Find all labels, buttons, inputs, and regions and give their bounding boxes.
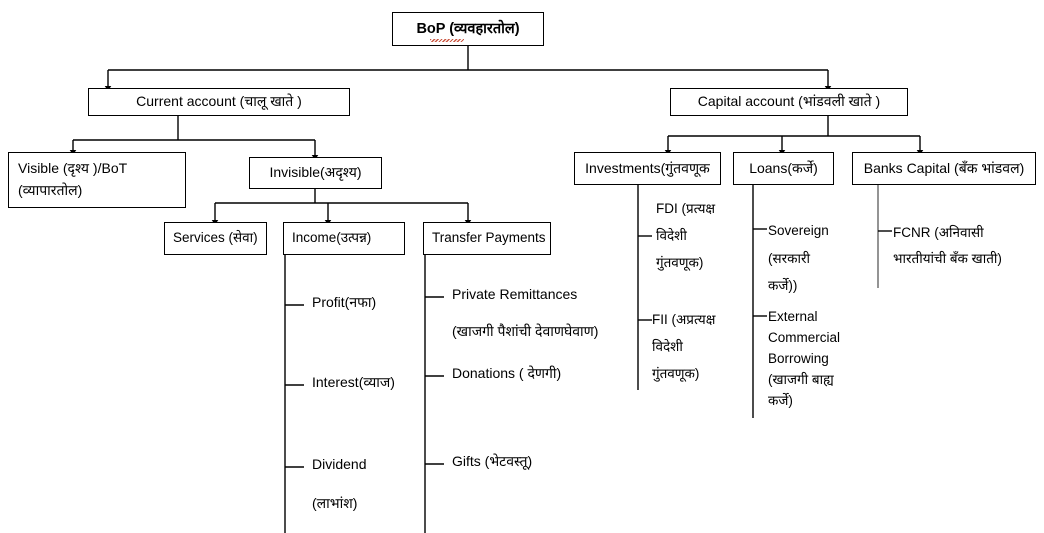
leaf-gifts-label: Gifts (भेटवस्तू) xyxy=(452,453,533,469)
leaf-sovereign-label-line2: (सरकारी xyxy=(768,250,811,266)
leaf-fdi-label-line2: विदेशी xyxy=(656,228,687,243)
leaf-ecb-label-line1: External xyxy=(768,309,818,324)
node-banks-capital[interactable]: Banks Capital (बँक भांडवल) xyxy=(852,152,1036,185)
leaf-fcnr[interactable]: FCNR (अनिवासी भारतीयांची बँक खाती) xyxy=(893,220,1002,273)
leaf-dividend[interactable]: Dividend (लाभांश) xyxy=(312,453,366,514)
node-current-account-label: Current account (चालू खाते ) xyxy=(136,93,302,110)
node-visible-bot-label-line2: (व्यापारतोल) xyxy=(18,182,83,198)
node-income-label: Income(उत्पन्न) xyxy=(292,230,372,246)
leaf-interest[interactable]: Interest(व्याज) xyxy=(312,371,395,395)
leaf-fii-label-line3: गुंतवणूक) xyxy=(652,366,700,381)
node-capital-account-label: Capital account (भांडवली खाते ) xyxy=(697,93,881,110)
leaf-sovereign[interactable]: Sovereign (सरकारी कर्जे)) xyxy=(768,217,829,300)
leaf-private-remittances[interactable]: Private Remittances (खाजगी पैशांची देवाण… xyxy=(452,283,598,342)
leaf-fii-label-line1: FII (अप्रत्यक्ष xyxy=(652,312,716,327)
node-current-account[interactable]: Current account (चालू खाते ) xyxy=(88,88,350,116)
leaf-fii[interactable]: FII (अप्रत्यक्ष विदेशी गुंतवणूक) xyxy=(652,306,715,387)
node-banks-capital-label: Banks Capital (बँक भांडवल) xyxy=(863,159,1025,176)
leaf-dividend-label-line1: Dividend xyxy=(312,456,367,472)
leaf-sovereign-label-line1: Sovereign xyxy=(768,223,829,238)
node-investments-label: Investments(गुंतवणूक xyxy=(585,159,710,176)
leaf-interest-label: Interest(व्याज) xyxy=(312,374,395,390)
node-capital-account[interactable]: Capital account (भांडवली खाते ) xyxy=(670,88,908,116)
node-visible-bot[interactable]: Visible (दृश्य )/BoT (व्यापारतोल) xyxy=(8,152,186,208)
leaf-fdi-label-line1: FDI (प्रत्यक्ष xyxy=(656,201,716,216)
leaf-private-remittances-label-line2: (खाजगी पैशांची देवाणघेवाण) xyxy=(452,322,599,339)
leaf-ecb-label-line2: Commercial xyxy=(768,330,841,346)
node-bop-label: BoP (व्यवहारतोल) xyxy=(416,18,520,43)
node-visible-bot-label-line1: Visible (दृश्य )/BoT xyxy=(18,160,128,177)
node-services-label: Services (सेवा) xyxy=(173,230,258,246)
diagram-canvas: BoP (व्यवहारतोल) Current account (चालू ख… xyxy=(0,0,1044,533)
node-services[interactable]: Services (सेवा) xyxy=(164,222,267,255)
node-loans-label: Loans(कर्जे) xyxy=(749,159,818,176)
node-invisible[interactable]: Invisible(अदृश्य) xyxy=(249,157,382,189)
node-loans[interactable]: Loans(कर्जे) xyxy=(733,152,834,185)
leaf-dividend-label-line2: (लाभांश) xyxy=(312,494,358,511)
leaf-ecb-label-line5: कर्जे) xyxy=(768,393,793,409)
leaf-ecb-label-line3: Borrowing xyxy=(768,351,829,367)
leaf-profit-label: Profit(नफा) xyxy=(312,294,377,310)
leaf-fcnr-label-line2: भारतीयांची बँक खाती) xyxy=(893,251,1002,267)
node-income[interactable]: Income(उत्पन्न) xyxy=(283,222,405,255)
leaf-donations[interactable]: Donations ( देणगी) xyxy=(452,362,561,386)
leaf-donations-label: Donations ( देणगी) xyxy=(452,365,562,381)
node-invisible-label: Invisible(अदृश्य) xyxy=(269,164,362,181)
node-transfer-payments-label: Transfer Payments xyxy=(432,230,546,246)
node-investments[interactable]: Investments(गुंतवणूक xyxy=(574,152,721,185)
leaf-gifts[interactable]: Gifts (भेटवस्तू) xyxy=(452,450,532,474)
leaf-external-commercial-borrowing[interactable]: External Commercial Borrowing (खाजगी बाह… xyxy=(768,306,840,411)
leaf-fii-label-line2: विदेशी xyxy=(652,339,683,354)
leaf-sovereign-label-line3: कर्जे)) xyxy=(768,278,798,294)
node-bop[interactable]: BoP (व्यवहारतोल) xyxy=(392,12,544,46)
node-transfer-payments[interactable]: Transfer Payments xyxy=(423,222,551,255)
leaf-fcnr-label-line1: FCNR (अनिवासी xyxy=(893,225,984,240)
leaf-fdi-label-line3: गुंतवणूक) xyxy=(656,255,704,270)
leaf-ecb-label-line4: (खाजगी बाह्य xyxy=(768,372,834,388)
leaf-profit[interactable]: Profit(नफा) xyxy=(312,291,376,315)
leaf-fdi[interactable]: FDI (प्रत्यक्ष विदेशी गुंतवणूक) xyxy=(656,195,715,276)
leaf-private-remittances-label-line1: Private Remittances xyxy=(452,286,578,302)
